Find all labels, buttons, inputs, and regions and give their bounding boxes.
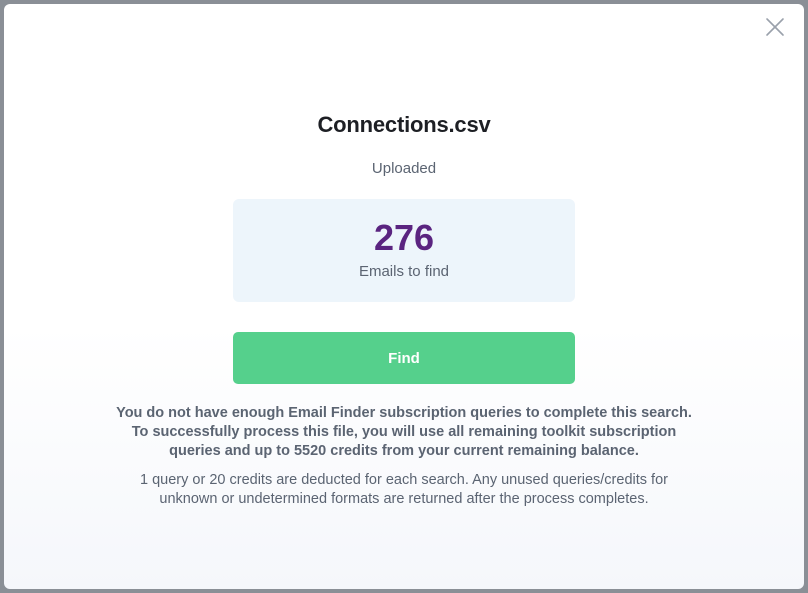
emails-count-label: Emails to find bbox=[358, 263, 450, 280]
emails-to-find-card: 276 Emails to find bbox=[233, 199, 575, 302]
upload-status: Uploaded bbox=[371, 160, 437, 177]
note-line: 1 query or 20 credits are deducted for e… bbox=[140, 472, 668, 488]
close-icon bbox=[766, 18, 784, 36]
find-button[interactable]: Find bbox=[233, 332, 575, 384]
warning-line: You do not have enough Email Finder subs… bbox=[116, 405, 692, 421]
warning-line: To successfully process this file, you w… bbox=[131, 424, 677, 440]
emails-count: 276 bbox=[373, 217, 435, 258]
insufficient-queries-warning: You do not have enough Email Finder subs… bbox=[84, 404, 724, 461]
upload-modal: Connections.csv Uploaded 276 Emails to f… bbox=[4, 4, 804, 589]
warning-line: queries and up to 5520 credits from your… bbox=[169, 443, 639, 459]
note-line: unknown or undetermined formats are retu… bbox=[159, 491, 649, 507]
file-name-title: Connections.csv bbox=[317, 112, 491, 137]
credits-note: 1 query or 20 credits are deducted for e… bbox=[84, 471, 724, 509]
close-button[interactable] bbox=[764, 16, 786, 38]
